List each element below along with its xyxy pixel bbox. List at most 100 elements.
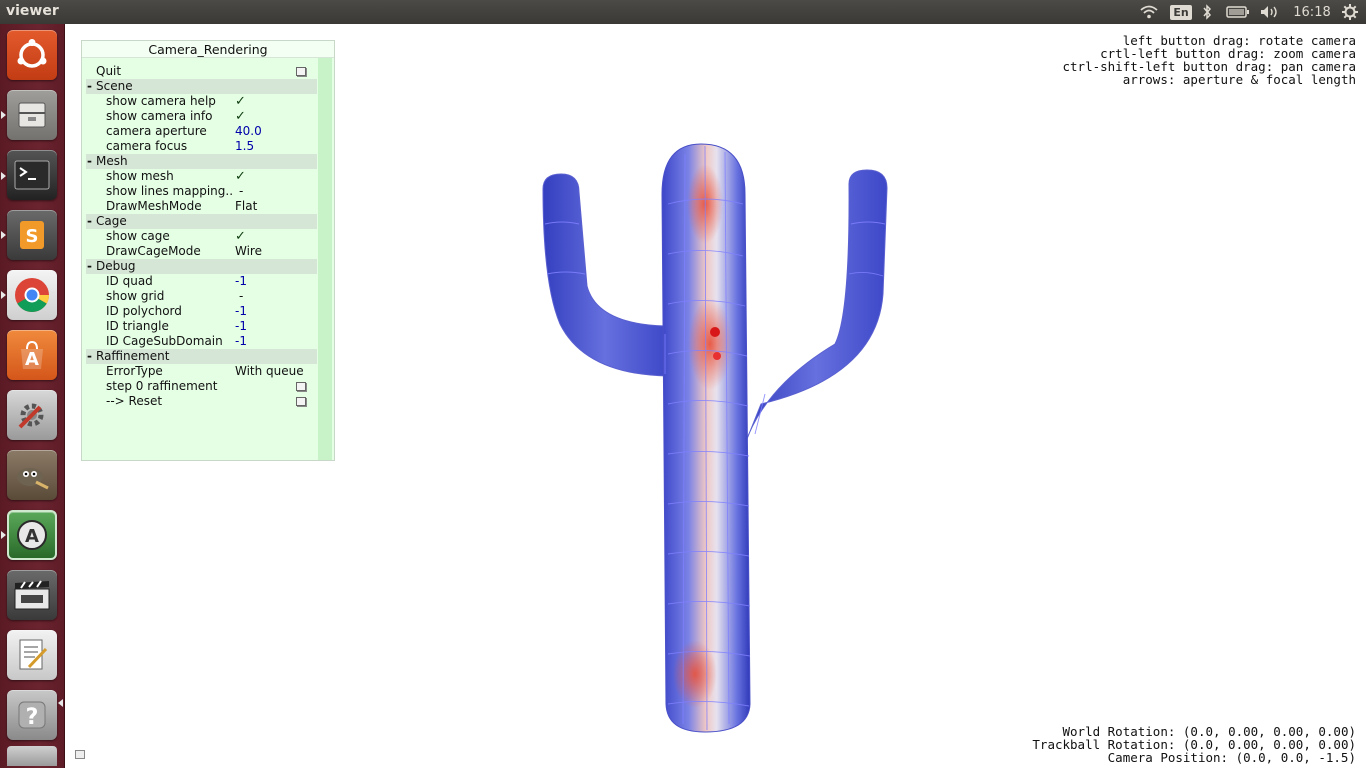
camera-focus-field[interactable]: camera focus 1.5 xyxy=(86,139,317,154)
show-cage-toggle[interactable]: show cage ✓ xyxy=(86,229,317,244)
show-camera-help-toggle[interactable]: show camera help ✓ xyxy=(86,94,317,109)
row-label: ID polychord xyxy=(106,304,182,318)
volume-icon[interactable] xyxy=(1258,0,1282,24)
svg-text:?: ? xyxy=(26,705,39,730)
draw-mesh-mode-value[interactable]: Flat xyxy=(235,199,257,214)
system-settings-icon[interactable] xyxy=(7,390,57,440)
running-indicator xyxy=(1,291,6,299)
files-icon[interactable] xyxy=(7,90,57,140)
id-polychord-value[interactable]: -1 xyxy=(235,304,247,319)
software-center-icon[interactable]: A xyxy=(7,330,57,380)
group-label: Scene xyxy=(96,79,133,93)
step-raffinement-button[interactable]: step 0 raffinement xyxy=(86,379,317,394)
camera-focus-value[interactable]: 1.5 xyxy=(235,139,254,154)
group-raffinement[interactable]: - Raffinement xyxy=(86,349,317,364)
software-updater-icon[interactable]: A xyxy=(7,510,57,560)
quit-button[interactable]: Quit xyxy=(86,64,317,79)
row-label: show mesh xyxy=(106,169,174,183)
running-indicator xyxy=(1,531,6,539)
collapse-icon[interactable]: - xyxy=(87,259,92,274)
group-label: Debug xyxy=(96,259,136,273)
id-cagesubdomain-field[interactable]: ID CageSubDomain -1 xyxy=(86,334,317,349)
collapsed-panel-icon[interactable] xyxy=(75,750,85,759)
row-label: show camera info xyxy=(106,109,213,123)
video-editor-icon[interactable] xyxy=(7,570,57,620)
text-editor-icon[interactable] xyxy=(7,630,57,680)
wifi-icon[interactable] xyxy=(1138,0,1160,24)
collapse-icon[interactable]: - xyxy=(87,154,92,169)
id-cagesubdomain-value[interactable]: -1 xyxy=(235,334,247,349)
row-label: ID quad xyxy=(106,274,153,288)
show-lines-mapping-toggle[interactable]: show lines mapping.. - xyxy=(86,184,317,199)
group-label: Raffinement xyxy=(96,349,170,363)
group-scene[interactable]: - Scene xyxy=(86,79,317,94)
panel-scrollbar[interactable] xyxy=(318,58,332,460)
button-icon[interactable] xyxy=(296,397,306,406)
row-label: ErrorType xyxy=(106,364,163,378)
id-polychord-field[interactable]: ID polychord -1 xyxy=(86,304,317,319)
show-mesh-toggle[interactable]: show mesh ✓ xyxy=(86,169,317,184)
row-label: ID triangle xyxy=(106,319,169,333)
camera-aperture-field[interactable]: camera aperture 40.0 xyxy=(86,124,317,139)
group-cage[interactable]: - Cage xyxy=(86,214,317,229)
row-label: DrawCageMode xyxy=(106,244,201,258)
reset-button[interactable]: --> Reset xyxy=(86,394,317,409)
row-label: camera aperture xyxy=(106,124,207,138)
gimp-icon[interactable] xyxy=(7,450,57,500)
group-debug[interactable]: - Debug xyxy=(86,259,317,274)
collapse-icon[interactable]: - xyxy=(87,79,92,94)
toggle-off-marker[interactable]: - xyxy=(239,184,243,199)
group-mesh[interactable]: - Mesh xyxy=(86,154,317,169)
top-panel: viewer En 16:18 xyxy=(0,0,1366,24)
checkmark-icon[interactable]: ✓ xyxy=(235,94,246,109)
id-quad-value[interactable]: -1 xyxy=(235,274,247,289)
launcher: S A A ? xyxy=(0,24,65,768)
toggle-off-marker[interactable]: - xyxy=(239,289,243,304)
show-camera-info-toggle[interactable]: show camera info ✓ xyxy=(86,109,317,124)
sublime-text-icon[interactable]: S xyxy=(7,210,57,260)
id-triangle-field[interactable]: ID triangle -1 xyxy=(86,319,317,334)
camera-position-readout: Camera Position: (0.0, 0.0, -1.5) xyxy=(1107,750,1356,765)
keyboard-layout-label: En xyxy=(1170,4,1192,20)
help-icon[interactable]: ? xyxy=(7,690,57,740)
id-triangle-value[interactable]: -1 xyxy=(235,319,247,334)
draw-mesh-mode-select[interactable]: DrawMeshMode Flat xyxy=(86,199,317,214)
gear-icon[interactable] xyxy=(1338,0,1362,24)
panel-title[interactable]: Camera_Rendering xyxy=(82,41,334,58)
checkmark-icon[interactable]: ✓ xyxy=(235,109,246,124)
quit-button-icon[interactable] xyxy=(296,67,306,76)
running-indicator xyxy=(1,111,6,119)
bluetooth-icon[interactable] xyxy=(1198,0,1216,24)
app-title: viewer xyxy=(6,3,59,19)
collapse-icon[interactable]: - xyxy=(87,214,92,229)
checkmark-icon[interactable]: ✓ xyxy=(235,169,246,184)
id-quad-field[interactable]: ID quad -1 xyxy=(86,274,317,289)
error-type-value[interactable]: With queue xyxy=(235,364,304,379)
group-label: Cage xyxy=(96,214,127,228)
row-label: DrawMeshMode xyxy=(106,199,202,213)
quit-label: Quit xyxy=(96,64,122,78)
show-grid-toggle[interactable]: show grid - xyxy=(86,289,317,304)
clock[interactable]: 16:18 xyxy=(1290,0,1334,24)
collapse-icon[interactable]: - xyxy=(87,349,92,364)
row-label: step 0 raffinement xyxy=(106,379,218,393)
trash-icon[interactable] xyxy=(7,746,57,766)
battery-icon[interactable] xyxy=(1224,0,1252,24)
help-arrows: arrows: aperture & focal length xyxy=(1122,72,1356,87)
focus-indicator xyxy=(58,699,63,707)
camera-rendering-panel: Camera_Rendering Quit - Scene show camer… xyxy=(81,40,335,461)
running-indicator xyxy=(1,172,6,180)
chrome-icon[interactable] xyxy=(7,270,57,320)
camera-aperture-value[interactable]: 40.0 xyxy=(235,124,262,139)
button-icon[interactable] xyxy=(296,382,306,391)
ubuntu-dash-icon[interactable] xyxy=(7,30,57,80)
svg-text:A: A xyxy=(25,349,39,370)
draw-cage-mode-value[interactable]: Wire xyxy=(235,244,262,259)
row-label: show cage xyxy=(106,229,170,243)
checkmark-icon[interactable]: ✓ xyxy=(235,229,246,244)
keyboard-layout-indicator[interactable]: En xyxy=(1170,0,1192,24)
draw-cage-mode-select[interactable]: DrawCageMode Wire xyxy=(86,244,317,259)
terminal-icon[interactable] xyxy=(7,150,57,200)
error-type-select[interactable]: ErrorType With queue xyxy=(86,364,317,379)
running-indicator xyxy=(1,231,6,239)
